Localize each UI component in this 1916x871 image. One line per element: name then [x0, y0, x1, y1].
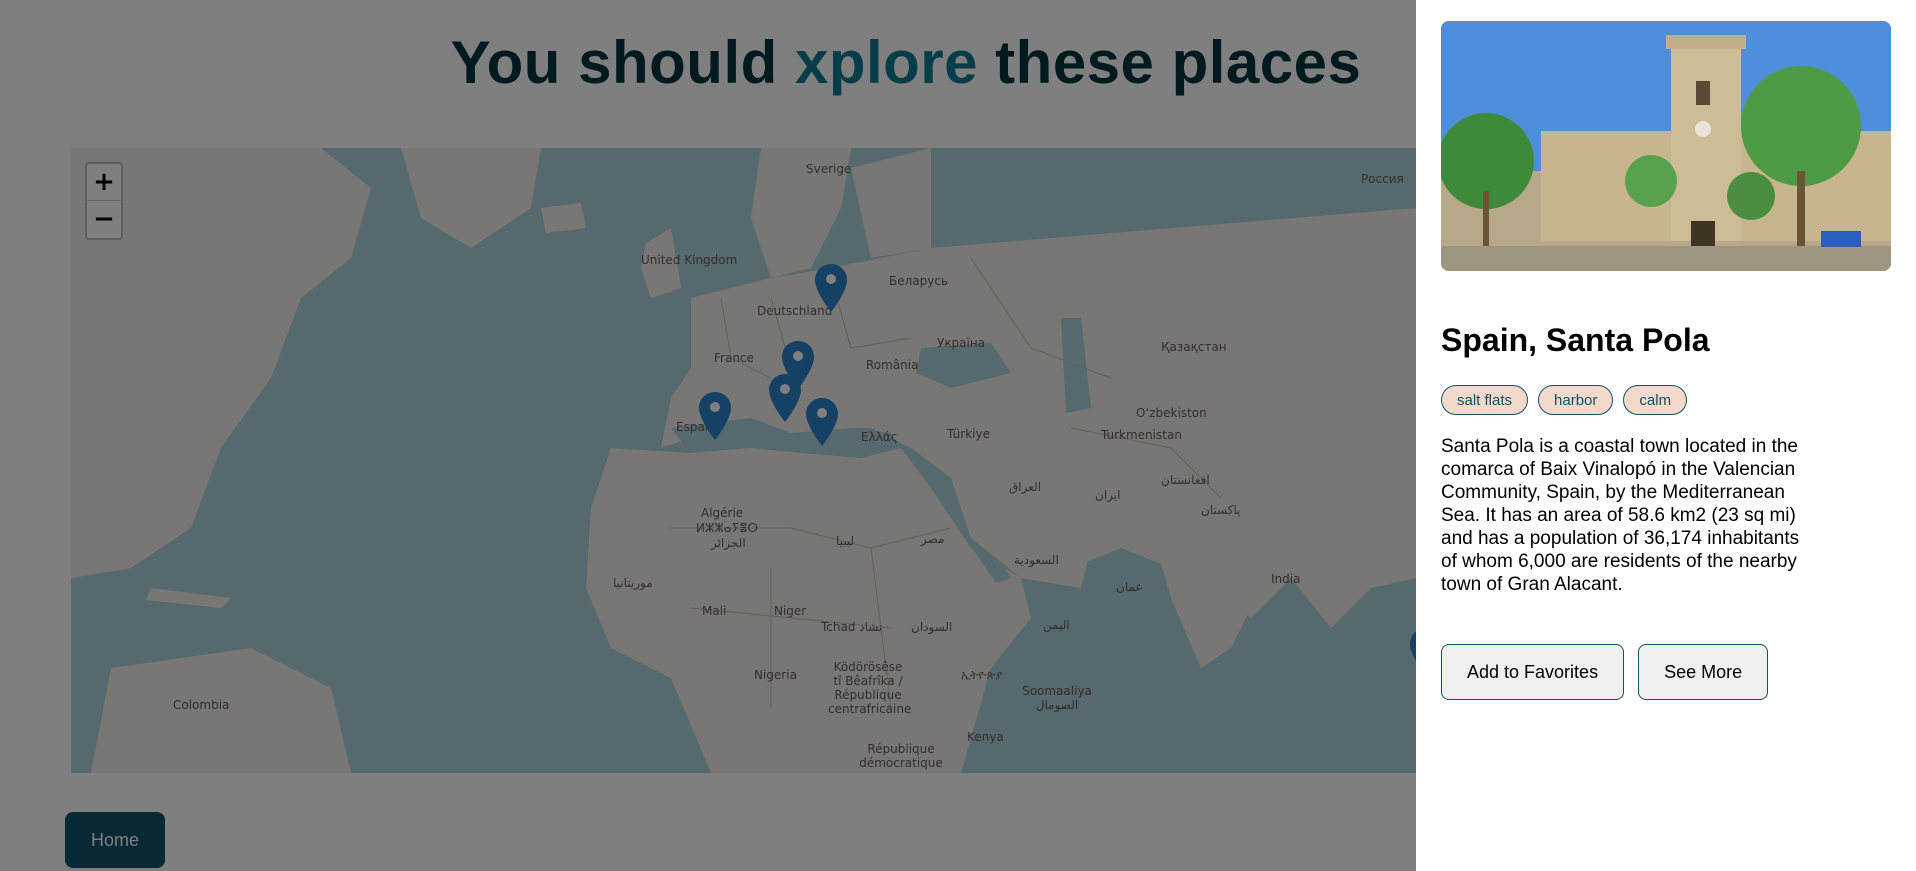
tag-list: salt flats harbor calm [1441, 385, 1688, 415]
modal-backdrop[interactable] [0, 0, 1416, 871]
place-description: Santa Pola is a coastal town located in … [1441, 436, 1800, 595]
place-detail-drawer: Spain, Santa Pola salt flats harbor calm… [1416, 0, 1916, 871]
see-more-button[interactable]: See More [1638, 644, 1769, 700]
tag-chip: salt flats [1441, 385, 1529, 415]
tag-chip: harbor [1538, 385, 1614, 415]
tag-chip: calm [1623, 385, 1688, 415]
drawer-actions: Add to Favorites See More [1441, 644, 1769, 700]
place-title: Spain, Santa Pola [1441, 322, 1710, 358]
town-photo-icon [1441, 21, 1891, 271]
place-photo [1441, 21, 1891, 271]
add-to-favorites-button[interactable]: Add to Favorites [1441, 644, 1625, 700]
